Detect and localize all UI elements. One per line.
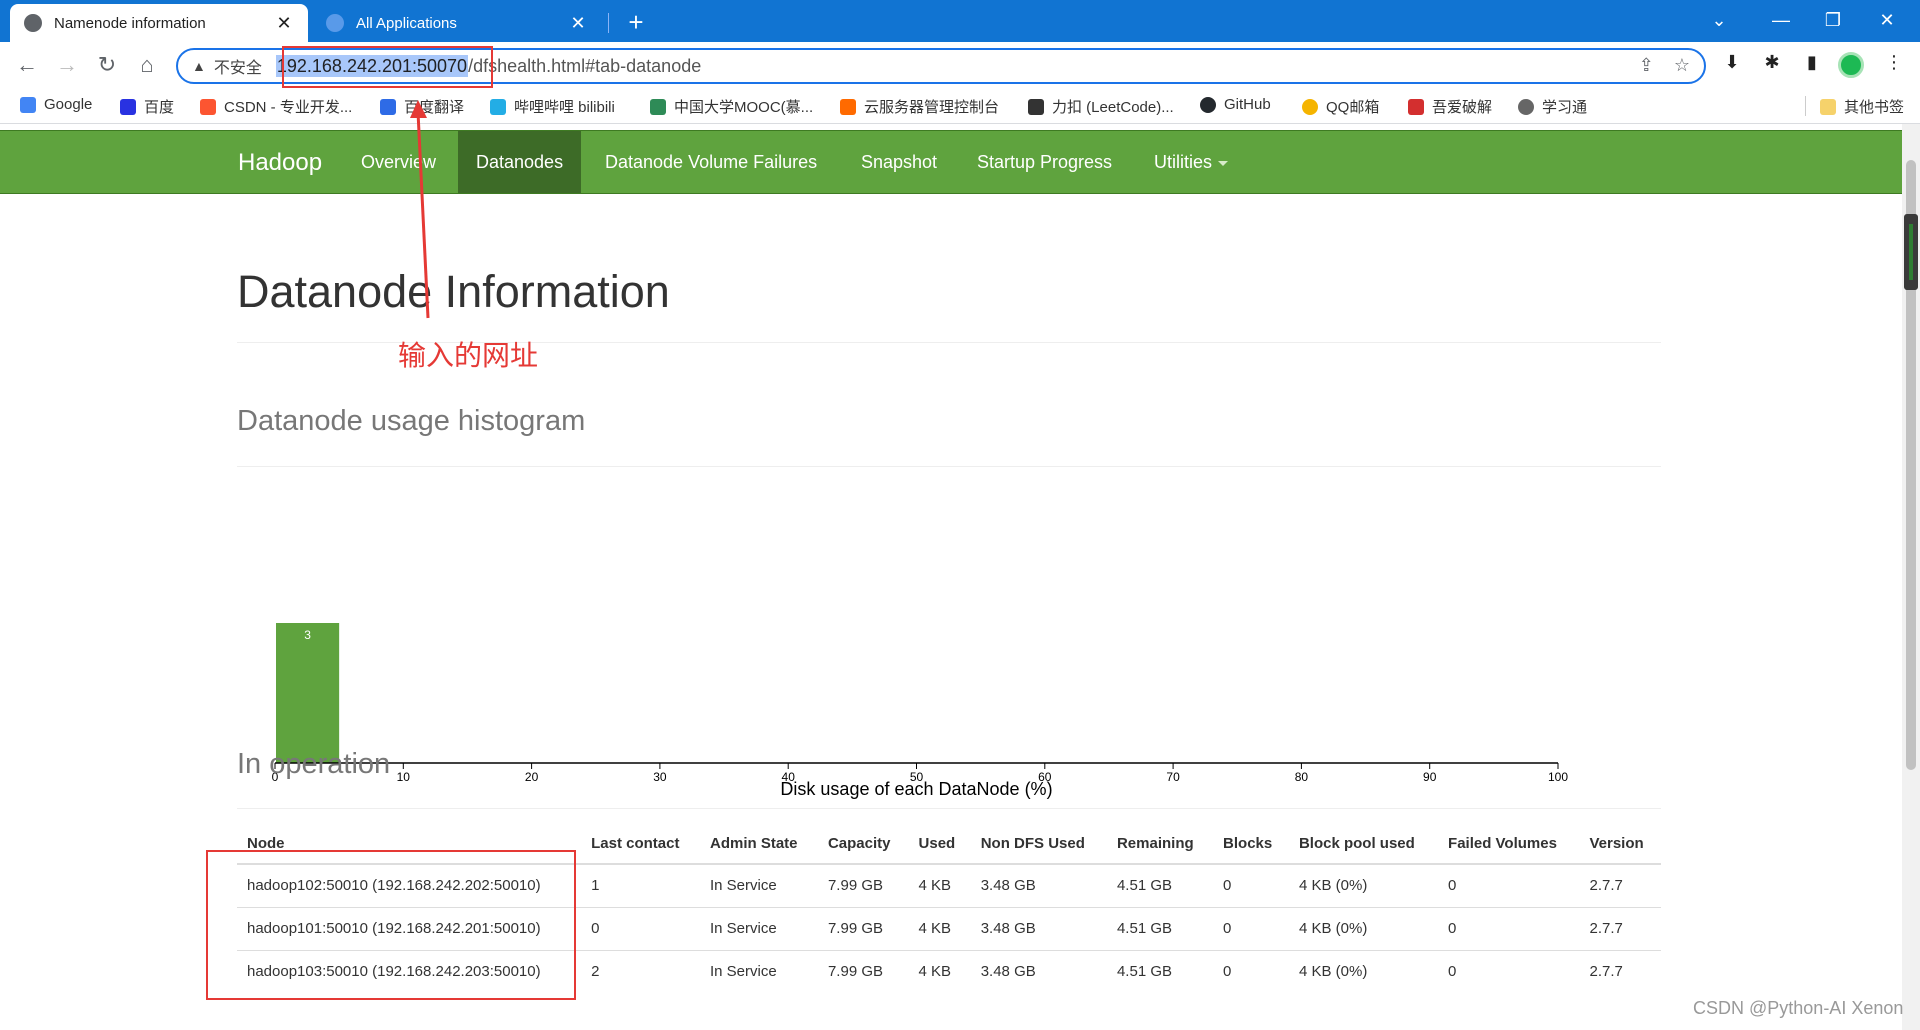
csdn-watermark: CSDN @Python-AI Xenon xyxy=(1693,998,1904,1018)
annotation-arrow xyxy=(410,100,430,319)
side-indicator xyxy=(1904,214,1918,290)
annotation-arrow-line xyxy=(416,111,430,319)
annotation-arrow-head xyxy=(410,100,427,118)
